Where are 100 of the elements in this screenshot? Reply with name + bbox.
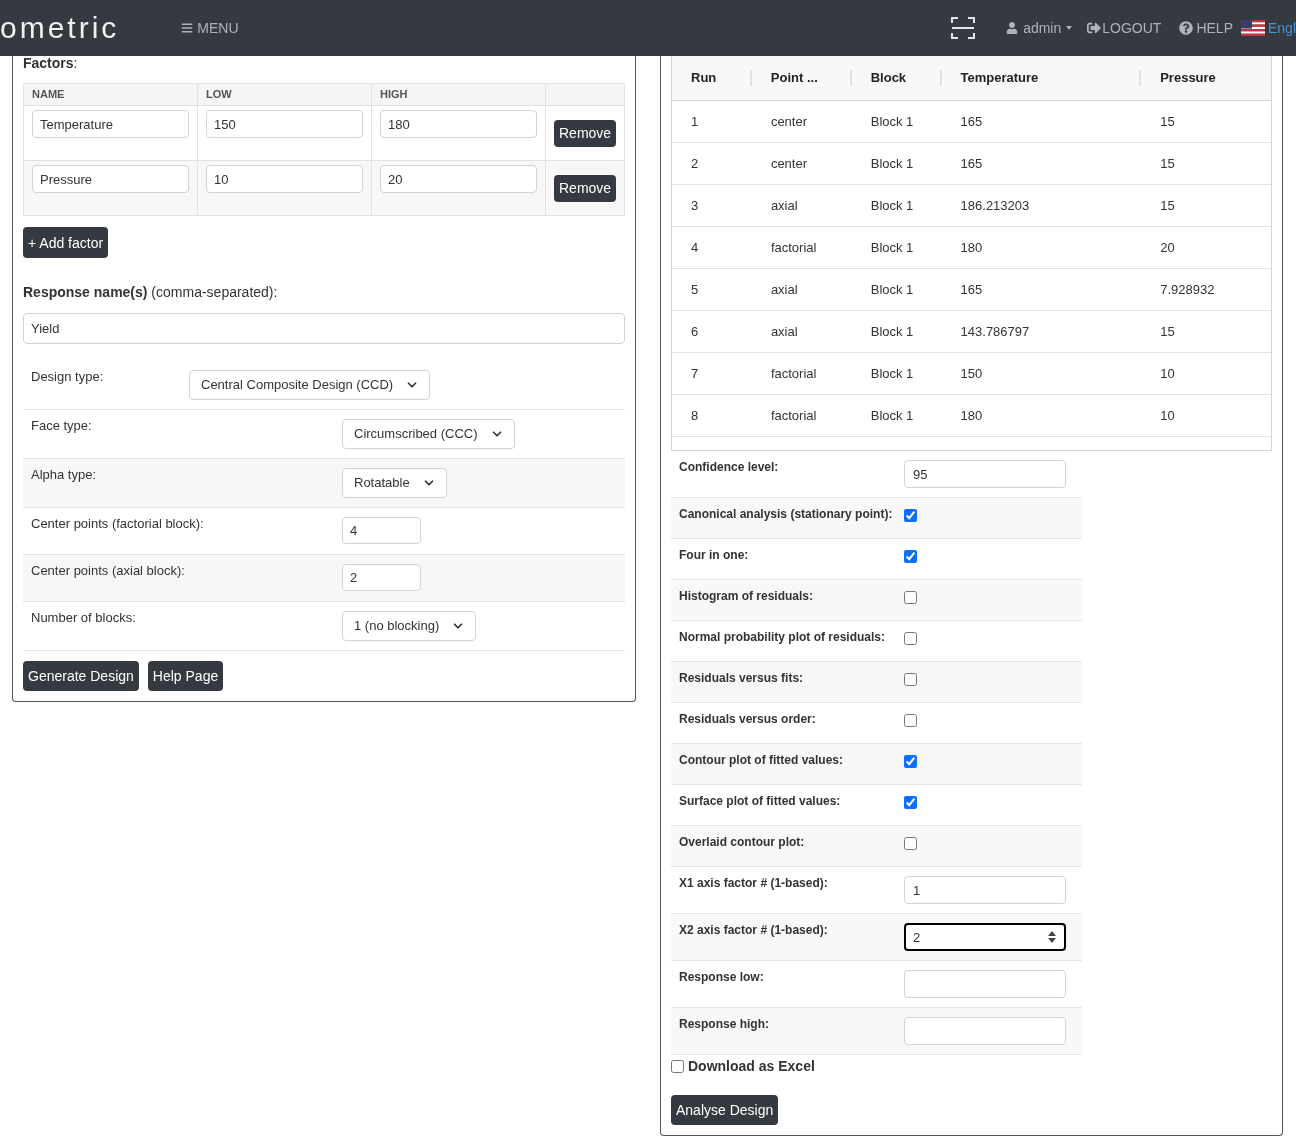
setting-label: Alpha type: (30, 466, 98, 484)
factor-input[interactable]: 180 (380, 110, 537, 138)
option-label: X2 axis factor # (1-based): (678, 922, 829, 939)
option-input[interactable]: 2 (904, 923, 1066, 951)
option-label: Overlaid contour plot: (678, 834, 806, 851)
column-header[interactable]: Point ... (751, 68, 818, 88)
logo-text[interactable]: ometric (0, 13, 120, 43)
spinner-arrows-icon[interactable] (1048, 931, 1056, 943)
action-button[interactable]: Help Page (147, 661, 224, 691)
table-cell-text: 20 (1159, 238, 1176, 257)
response-label: Response name(s) (comma-separated): (23, 284, 279, 300)
column-header[interactable]: Pressure (1141, 68, 1216, 88)
setting-select[interactable]: Circumscribed (CCC) (342, 419, 515, 449)
option-label: Four in one: (678, 547, 750, 564)
table-cell-text: Block 1 (869, 364, 915, 383)
option-label: Confidence level: (678, 459, 780, 476)
action-button[interactable]: Generate Design (23, 661, 139, 691)
design-type-select[interactable]: Central Composite Design (CCD) (189, 370, 431, 400)
table-cell-text: 15 (1159, 322, 1176, 341)
table-cell-text: 5 (690, 280, 700, 299)
table-cell-text: axial (769, 280, 799, 299)
table-cell-text: 1 (690, 112, 700, 131)
option-label: Response high: (678, 1016, 770, 1033)
option-checkbox[interactable] (904, 509, 917, 522)
option-input[interactable]: 1 (904, 876, 1066, 904)
table-cell-text: 150 (959, 364, 984, 383)
user-icon (1006, 22, 1019, 34)
option-checkbox[interactable] (904, 714, 917, 727)
setting-input[interactable]: 2 (342, 564, 421, 591)
download-label: Download as Excel (688, 1056, 815, 1076)
setting-label: Face type: (30, 417, 93, 435)
help-link[interactable]: HELP (1179, 17, 1233, 39)
setting-label: Design type: (30, 368, 105, 386)
table-cell-text: 15 (1159, 154, 1176, 173)
table-cell-text: factorial (769, 364, 818, 383)
table-cell-text: axial (769, 322, 799, 341)
setting-select[interactable]: Rotatable (342, 468, 447, 498)
column-header: NAME (23, 83, 198, 106)
setting-input[interactable]: 4 (342, 517, 421, 544)
help-icon (1179, 21, 1194, 35)
table-cell-text: 2 (690, 154, 700, 173)
factor-input[interactable]: 20 (380, 165, 537, 193)
option-checkbox[interactable] (904, 796, 917, 809)
download-checkbox[interactable] (671, 1059, 684, 1073)
option-label: Surface plot of fitted values: (678, 793, 842, 810)
option-input[interactable]: 95 (904, 460, 1066, 488)
response-input[interactable]: Yield (23, 313, 625, 344)
option-input[interactable] (904, 1017, 1066, 1045)
menu-icon (181, 22, 194, 34)
user-dropdown[interactable]: admin (1006, 17, 1073, 39)
option-label: Histogram of residuals: (678, 588, 815, 605)
table-cell-text: 7.928932 (1159, 280, 1216, 299)
table-cell-text: 8 (690, 406, 700, 425)
table-cell-text: 6 (690, 322, 700, 341)
table-cell-text: 186.213203 (959, 196, 1031, 215)
table-cell-text: Block 1 (869, 406, 915, 425)
table-cell-text: 10 (1159, 364, 1176, 383)
factor-input[interactable]: Temperature (32, 110, 189, 138)
column-header[interactable]: Temperature (941, 68, 1039, 88)
menu-button[interactable]: MENU (181, 17, 239, 39)
factor-input[interactable]: 150 (206, 110, 363, 138)
logout-link[interactable]: LOGOUT (1087, 17, 1162, 39)
table-cell-text: 165 (959, 280, 984, 299)
setting-label: Number of blocks: (30, 609, 137, 627)
column-header: LOW (197, 83, 372, 106)
option-label: Normal probability plot of residuals: (678, 629, 887, 646)
option-checkbox[interactable] (904, 550, 917, 563)
column-header[interactable]: Run (672, 68, 717, 88)
analyse-design-button[interactable]: Analyse Design (671, 1095, 779, 1125)
setting-label: Center points (axial block): (30, 562, 186, 580)
remove-button[interactable]: Remove (554, 119, 617, 147)
factor-input[interactable]: Pressure (32, 165, 189, 193)
setting-select[interactable]: 1 (no blocking) (342, 611, 477, 641)
add-factor-button[interactable]: + Add factor (23, 227, 109, 258)
table-cell-text: center (769, 112, 808, 131)
option-label: Canonical analysis (stationary point): (678, 506, 894, 523)
option-checkbox[interactable] (904, 591, 917, 604)
remove-button[interactable]: Remove (554, 174, 617, 202)
table-cell-text: axial (769, 196, 799, 215)
option-checkbox[interactable] (904, 837, 917, 850)
table-cell-text: factorial (769, 406, 818, 425)
table-cell-text: center (769, 154, 808, 173)
table-cell-text: Block 1 (869, 112, 915, 131)
table-cell-text: factorial (769, 238, 818, 257)
table-cell-text: 165 (959, 154, 984, 173)
option-input[interactable] (904, 970, 1066, 998)
table-cell-text: 7 (690, 364, 700, 383)
flag-icon (1240, 20, 1265, 36)
option-label: Residuals versus fits: (678, 670, 805, 687)
table-cell-text: 15 (1159, 112, 1176, 131)
option-checkbox[interactable] (904, 755, 917, 768)
table-cell-text: 4 (690, 238, 700, 257)
factors-heading: Factors: (23, 56, 79, 70)
option-label: Contour plot of fitted values: (678, 752, 844, 769)
option-checkbox[interactable] (904, 673, 917, 686)
column-header[interactable]: Block (851, 68, 907, 88)
factor-input[interactable]: 10 (206, 165, 363, 193)
logout-icon (1087, 21, 1102, 35)
option-checkbox[interactable] (904, 632, 917, 645)
scan-frame-icon[interactable] (951, 16, 976, 40)
